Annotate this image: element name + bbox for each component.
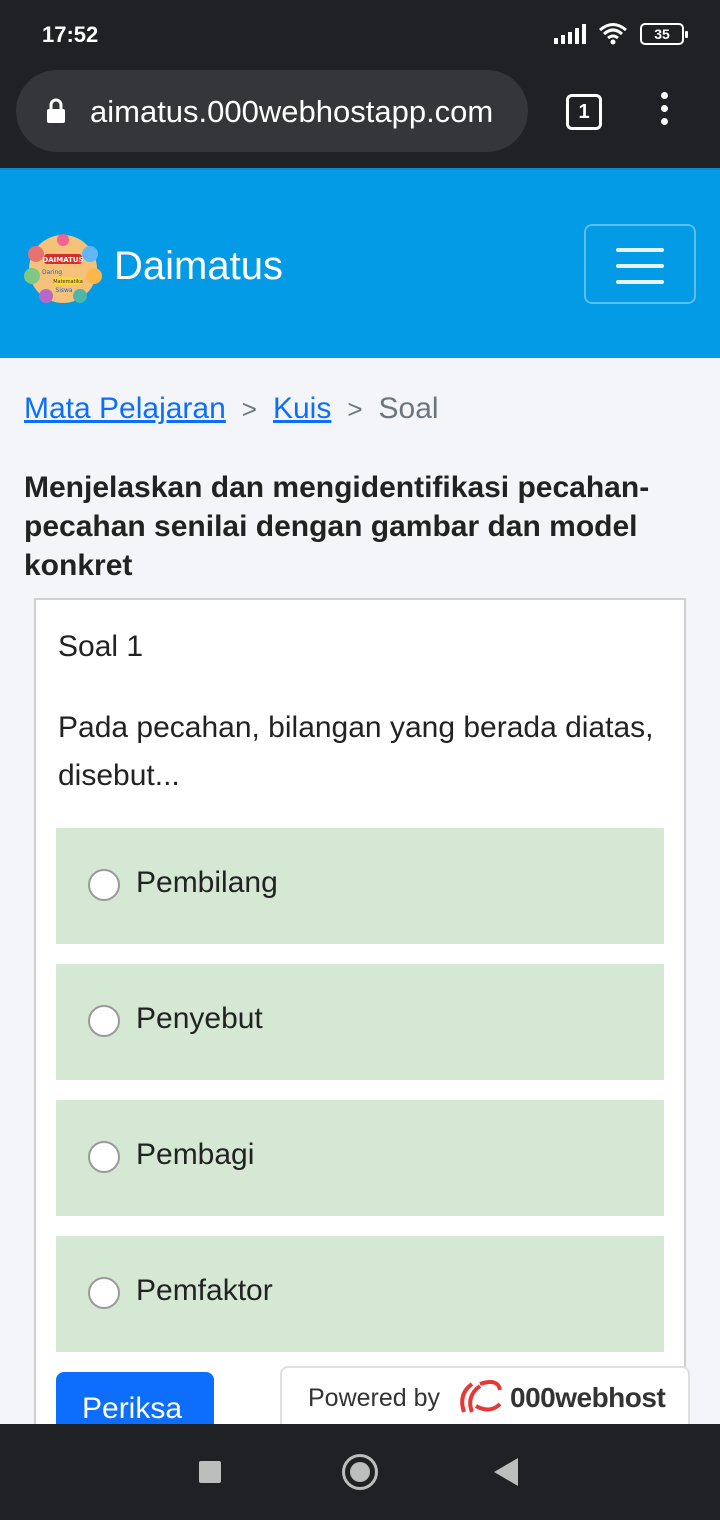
breadcrumb-current: Soal — [378, 392, 439, 425]
brand-name[interactable]: Daimatus — [114, 244, 283, 289]
status-icons: 35 — [554, 22, 688, 46]
radio-button[interactable] — [88, 1141, 120, 1173]
signal-icon — [554, 24, 586, 44]
svg-text:DAIMATUS: DAIMATUS — [42, 256, 83, 264]
svg-text:Matematika: Matematika — [53, 279, 83, 285]
breadcrumb-separator: > — [347, 394, 363, 424]
site-navbar: DAIMATUS Daring Matematika Siswa Daimatu… — [0, 168, 720, 358]
radio-button[interactable] — [88, 869, 120, 901]
answer-option-label: Penyebut — [136, 1002, 263, 1035]
brand-logo-icon[interactable]: DAIMATUS Daring Matematika Siswa — [24, 234, 102, 304]
question-number: Soal 1 — [58, 630, 144, 663]
breadcrumb-separator: > — [241, 394, 257, 424]
recents-icon[interactable] — [199, 1461, 221, 1483]
powered-by-text: Powered by — [308, 1384, 441, 1412]
breadcrumb: Mata Pelajaran > Kuis > Soal — [24, 392, 439, 426]
radio-button[interactable] — [88, 1277, 120, 1309]
answer-option[interactable]: Pembagi — [56, 1100, 664, 1216]
svg-text:Daring: Daring — [42, 269, 62, 276]
question-text: Pada pecahan, bilangan yang berada diata… — [58, 711, 654, 792]
webhost-logo-icon — [460, 1380, 502, 1413]
back-icon[interactable] — [494, 1458, 518, 1486]
system-navigation-bar — [0, 1424, 720, 1520]
powered-by-brand: 000webhost — [510, 1382, 666, 1413]
status-time: 17:52 — [42, 22, 99, 47]
hamburger-menu-icon[interactable] — [584, 224, 696, 304]
answer-option-label: Pembagi — [136, 1138, 255, 1171]
question-card: Soal 1 Pada pecahan, bilangan yang berad… — [34, 598, 686, 1498]
page-title: Menjelaskan dan mengidentifikasi pecahan… — [24, 471, 650, 582]
powered-by-badge[interactable]: Powered by 000webhost — [280, 1366, 690, 1428]
answer-option[interactable]: Pembilang — [56, 828, 664, 944]
answer-option[interactable]: Pemfaktor — [56, 1236, 664, 1352]
answer-option[interactable]: Penyebut — [56, 964, 664, 1080]
svg-text:Siswa: Siswa — [55, 287, 73, 294]
browser-toolbar: aimatus.000webhostapp.com 1 — [0, 70, 720, 168]
address-bar[interactable]: aimatus.000webhostapp.com — [16, 70, 528, 152]
lock-icon — [47, 98, 65, 123]
home-icon[interactable] — [342, 1454, 378, 1490]
browser-menu-icon[interactable] — [654, 92, 674, 132]
breadcrumb-link-kuis[interactable]: Kuis — [273, 392, 331, 426]
tab-switcher-button[interactable]: 1 — [566, 94, 602, 130]
answer-option-label: Pemfaktor — [136, 1274, 273, 1307]
answer-option-label: Pembilang — [136, 866, 278, 899]
radio-button[interactable] — [88, 1005, 120, 1037]
battery-icon: 35 — [640, 23, 688, 45]
status-bar: 17:52 35 — [0, 0, 720, 70]
wifi-icon — [599, 23, 627, 45]
breadcrumb-link-mata-pelajaran[interactable]: Mata Pelajaran — [24, 392, 226, 426]
url-text[interactable]: aimatus.000webhostapp.com — [90, 94, 493, 130]
